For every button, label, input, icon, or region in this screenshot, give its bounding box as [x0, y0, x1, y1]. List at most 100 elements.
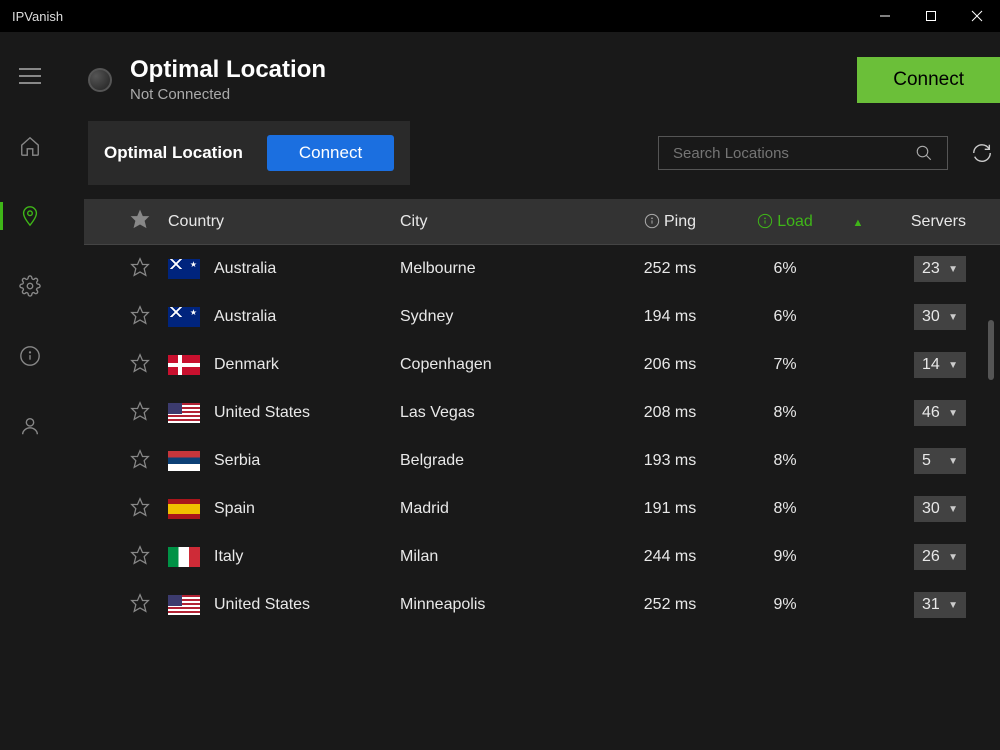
sort-indicator[interactable]: ▲ — [840, 213, 876, 231]
country-cell: Serbia — [168, 451, 400, 471]
favorite-toggle[interactable] — [112, 305, 168, 330]
refresh-button[interactable] — [964, 135, 1000, 171]
servers-header[interactable]: Servers — [876, 213, 976, 231]
server-row[interactable]: DenmarkCopenhagen206 ms7%14▼ — [84, 341, 1000, 389]
ping-cell: 206 ms — [610, 356, 730, 374]
sidebar — [0, 32, 60, 750]
chevron-down-icon: ▼ — [948, 312, 958, 323]
server-row[interactable]: AustraliaSydney194 ms6%30▼ — [84, 293, 1000, 341]
status-indicator-icon — [88, 68, 112, 92]
load-header[interactable]: Load — [730, 213, 840, 231]
city-cell: Sydney — [400, 308, 610, 326]
servers-cell: 26▼ — [876, 544, 976, 570]
favorite-toggle[interactable] — [112, 353, 168, 378]
flag-icon — [168, 307, 200, 327]
server-row[interactable]: United StatesMinneapolis252 ms9%31▼ — [84, 581, 1000, 629]
connect-button[interactable]: Connect — [857, 57, 1000, 103]
load-cell: 6% — [730, 308, 840, 326]
city-cell: Melbourne — [400, 260, 610, 278]
servers-cell: 31▼ — [876, 592, 976, 618]
info-icon — [644, 213, 660, 229]
city-cell: Belgrade — [400, 452, 610, 470]
menu-button[interactable] — [0, 56, 60, 96]
servers-cell: 30▼ — [876, 304, 976, 330]
ping-cell: 252 ms — [610, 596, 730, 614]
ping-cell: 194 ms — [610, 308, 730, 326]
server-row[interactable]: ItalyMilan244 ms9%26▼ — [84, 533, 1000, 581]
chevron-down-icon: ▼ — [948, 408, 958, 419]
home-button[interactable] — [0, 126, 60, 166]
favorite-toggle[interactable] — [112, 449, 168, 474]
servers-dropdown[interactable]: 30▼ — [914, 496, 966, 522]
server-row[interactable]: AustraliaMelbourne252 ms6%23▼ — [84, 245, 1000, 293]
country-cell: Spain — [168, 499, 400, 519]
flag-icon — [168, 547, 200, 567]
home-icon — [19, 135, 41, 157]
favorites-column[interactable] — [112, 209, 168, 234]
locations-button[interactable] — [0, 196, 60, 236]
servers-dropdown[interactable]: 5▼ — [914, 448, 966, 474]
favorite-toggle[interactable] — [112, 545, 168, 570]
ping-header[interactable]: Ping — [610, 213, 730, 231]
flag-icon — [168, 451, 200, 471]
favorite-toggle[interactable] — [112, 497, 168, 522]
servers-dropdown[interactable]: 26▼ — [914, 544, 966, 570]
search-icon — [915, 144, 933, 162]
info-icon — [757, 213, 773, 229]
star-outline-icon — [130, 593, 150, 618]
servers-dropdown[interactable]: 31▼ — [914, 592, 966, 618]
servers-cell: 14▼ — [876, 352, 976, 378]
sort-asc-icon: ▲ — [853, 217, 864, 229]
servers-dropdown[interactable]: 14▼ — [914, 352, 966, 378]
star-outline-icon — [130, 305, 150, 330]
favorite-toggle[interactable] — [112, 593, 168, 618]
star-outline-icon — [130, 545, 150, 570]
flag-icon — [168, 259, 200, 279]
server-row[interactable]: SpainMadrid191 ms8%30▼ — [84, 485, 1000, 533]
search-input[interactable] — [673, 145, 915, 162]
ping-cell: 193 ms — [610, 452, 730, 470]
city-cell: Copenhagen — [400, 356, 610, 374]
servers-dropdown[interactable]: 23▼ — [914, 256, 966, 282]
server-row[interactable]: SerbiaBelgrade193 ms8% 5▼ — [84, 437, 1000, 485]
star-outline-icon — [130, 353, 150, 378]
chevron-down-icon: ▼ — [948, 456, 958, 467]
load-cell: 8% — [730, 452, 840, 470]
maximize-button[interactable] — [908, 0, 954, 32]
info-icon — [19, 345, 41, 367]
favorite-toggle[interactable] — [112, 401, 168, 426]
servers-dropdown[interactable]: 46▼ — [914, 400, 966, 426]
connect-optimal-button[interactable]: Connect — [267, 135, 394, 171]
load-cell: 9% — [730, 548, 840, 566]
city-cell: Minneapolis — [400, 596, 610, 614]
search-box[interactable] — [658, 136, 948, 170]
city-header[interactable]: City — [400, 213, 610, 231]
flag-icon — [168, 595, 200, 615]
scrollbar[interactable] — [988, 320, 994, 380]
chevron-down-icon: ▼ — [948, 552, 958, 563]
connection-status: Not Connected — [130, 86, 857, 103]
refresh-icon — [971, 142, 993, 164]
close-button[interactable] — [954, 0, 1000, 32]
favorite-toggle[interactable] — [112, 257, 168, 282]
server-list: AustraliaMelbourne252 ms6%23▼AustraliaSy… — [84, 245, 1000, 665]
account-button[interactable] — [0, 406, 60, 446]
servers-dropdown[interactable]: 30▼ — [914, 304, 966, 330]
star-outline-icon — [130, 497, 150, 522]
load-cell: 8% — [730, 500, 840, 518]
titlebar: IPVanish — [0, 0, 1000, 32]
settings-button[interactable] — [0, 266, 60, 306]
chevron-down-icon: ▼ — [948, 360, 958, 371]
ping-cell: 244 ms — [610, 548, 730, 566]
chevron-down-icon: ▼ — [948, 600, 958, 611]
status-header: Optimal Location Not Connected Connect — [60, 32, 1000, 121]
country-header[interactable]: Country — [168, 213, 400, 231]
minimize-button[interactable] — [862, 0, 908, 32]
location-title: Optimal Location — [130, 56, 857, 84]
country-cell: Italy — [168, 547, 400, 567]
location-icon — [19, 205, 41, 227]
load-cell: 8% — [730, 404, 840, 422]
server-row[interactable]: United StatesLas Vegas208 ms8%46▼ — [84, 389, 1000, 437]
flag-icon — [168, 403, 200, 423]
info-button[interactable] — [0, 336, 60, 376]
